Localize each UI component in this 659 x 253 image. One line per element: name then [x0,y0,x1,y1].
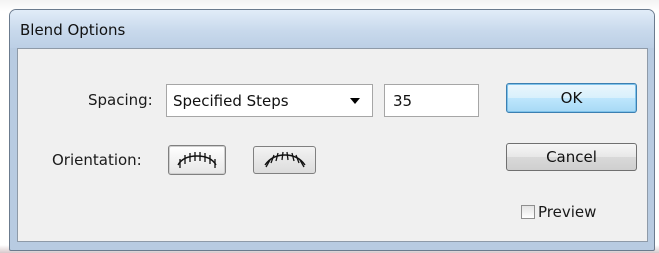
align-to-path-button[interactable] [253,146,316,174]
preview-checkbox[interactable] [521,205,535,219]
dialog-title: Blend Options [20,21,126,39]
align-to-path-icon [263,151,306,168]
steps-input[interactable]: 35 [384,84,479,117]
ok-button[interactable]: OK [506,83,637,113]
dialog-titlebar[interactable]: Blend Options [10,10,654,48]
spacing-select[interactable]: Specified Steps [166,84,373,117]
align-to-page-button[interactable] [168,145,226,175]
cancel-button[interactable]: Cancel [506,143,637,171]
spacing-label: Spacing: [88,91,153,109]
align-to-page-icon [177,152,217,168]
orientation-label: Orientation: [52,151,142,169]
preview-label[interactable]: Preview [538,203,596,221]
dialog-content: Spacing: Specified Steps 35 OK Orientati… [17,48,648,242]
chevron-down-icon[interactable] [344,85,366,116]
spacing-select-value: Specified Steps [173,92,289,110]
blend-options-dialog: Blend Options Spacing: Specified Steps 3… [9,9,655,251]
